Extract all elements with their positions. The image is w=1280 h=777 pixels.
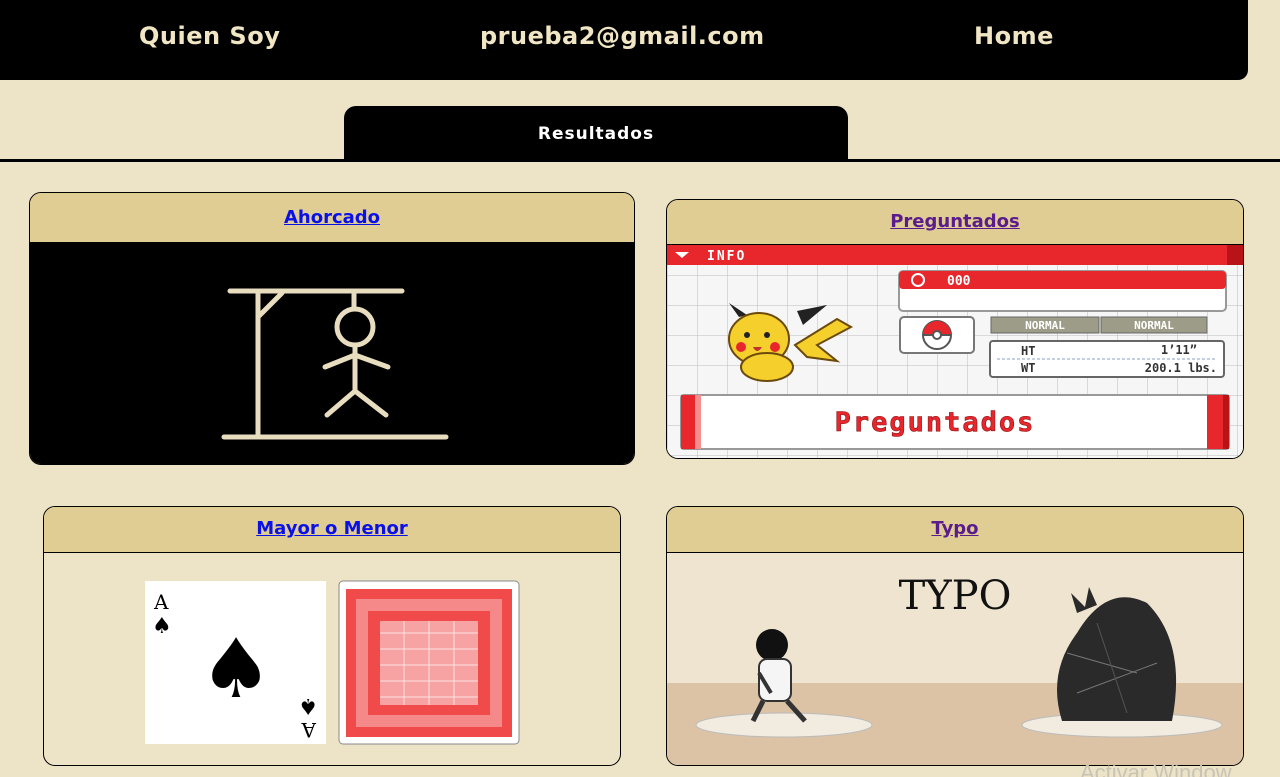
card-rank-top: A (153, 590, 169, 614)
card-suit-bottom: ♠ (298, 693, 318, 718)
wt-value: 200.1 lbs. (1145, 361, 1217, 375)
pokedex-illustration: INFO 000 NORMAL NORMAL HT 1’11” WT 200.1… (667, 245, 1243, 458)
card-ahorcado: Ahorcado (29, 192, 635, 465)
card-suit-top: ♠ (152, 614, 172, 639)
mayor-menor-link[interactable]: Mayor o Menor (256, 518, 408, 539)
nav-link-home[interactable]: Home (974, 22, 1054, 50)
preguntados-image[interactable]: INFO 000 NORMAL NORMAL HT 1’11” WT 200.1… (667, 245, 1243, 458)
nav-link-email[interactable]: prueba2@gmail.com (480, 22, 765, 50)
ht-label: HT (1021, 344, 1035, 358)
nav-link-quien-soy[interactable]: Quien Soy (139, 22, 280, 50)
card-mayor-o-menor: Mayor o Menor A ♠ ♠ A ♠ (43, 506, 621, 766)
card-rank-bottom: A (301, 718, 317, 742)
wt-label: WT (1021, 361, 1035, 375)
typo-link[interactable]: Typo (931, 518, 978, 539)
ahorcado-image[interactable] (30, 243, 634, 464)
cards-illustration: A ♠ ♠ A ♠ (145, 580, 520, 745)
activation-watermark: Activar Window (1080, 760, 1232, 777)
card-header: Ahorcado (30, 193, 634, 243)
typo-illustration: TYPO (667, 553, 1243, 765)
ht-value: 1’11” (1161, 343, 1197, 357)
hangman-illustration (221, 288, 449, 440)
card-suit-center: ♠ (199, 622, 273, 717)
card-typo: Typo TYPO (666, 506, 1244, 766)
card-header: Mayor o Menor (44, 507, 620, 553)
card-header: Preguntados (667, 200, 1243, 245)
pokemon-number: 000 (947, 274, 971, 289)
banner-text: Preguntados (835, 407, 1036, 438)
top-navbar: Quien Soy prueba2@gmail.com Home (0, 0, 1248, 80)
ahorcado-link[interactable]: Ahorcado (284, 207, 380, 228)
type-badge-2: NORMAL (1134, 319, 1174, 332)
tab-resultados[interactable]: Resultados (344, 106, 848, 162)
card-preguntados: Preguntados INFO 000 NORMAL NORMAL HT 1’… (666, 199, 1244, 459)
typo-image[interactable]: TYPO (667, 553, 1243, 765)
mayor-menor-image[interactable]: A ♠ ♠ A ♠ (44, 553, 620, 765)
info-label: INFO (707, 249, 746, 264)
card-header: Typo (667, 507, 1243, 553)
typo-logo: TYPO (899, 573, 1012, 619)
type-badge-1: NORMAL (1025, 319, 1065, 332)
preguntados-link[interactable]: Preguntados (890, 211, 1020, 232)
